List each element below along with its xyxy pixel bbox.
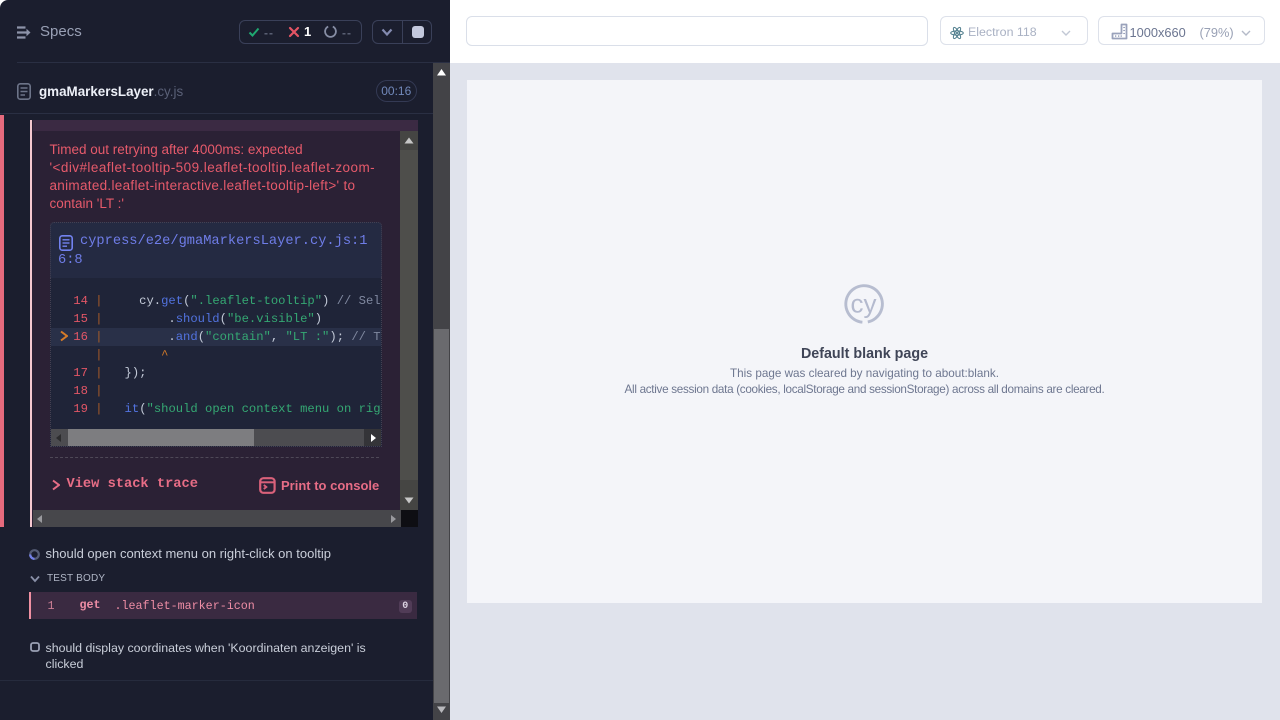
- svg-text:cy: cy: [851, 289, 877, 319]
